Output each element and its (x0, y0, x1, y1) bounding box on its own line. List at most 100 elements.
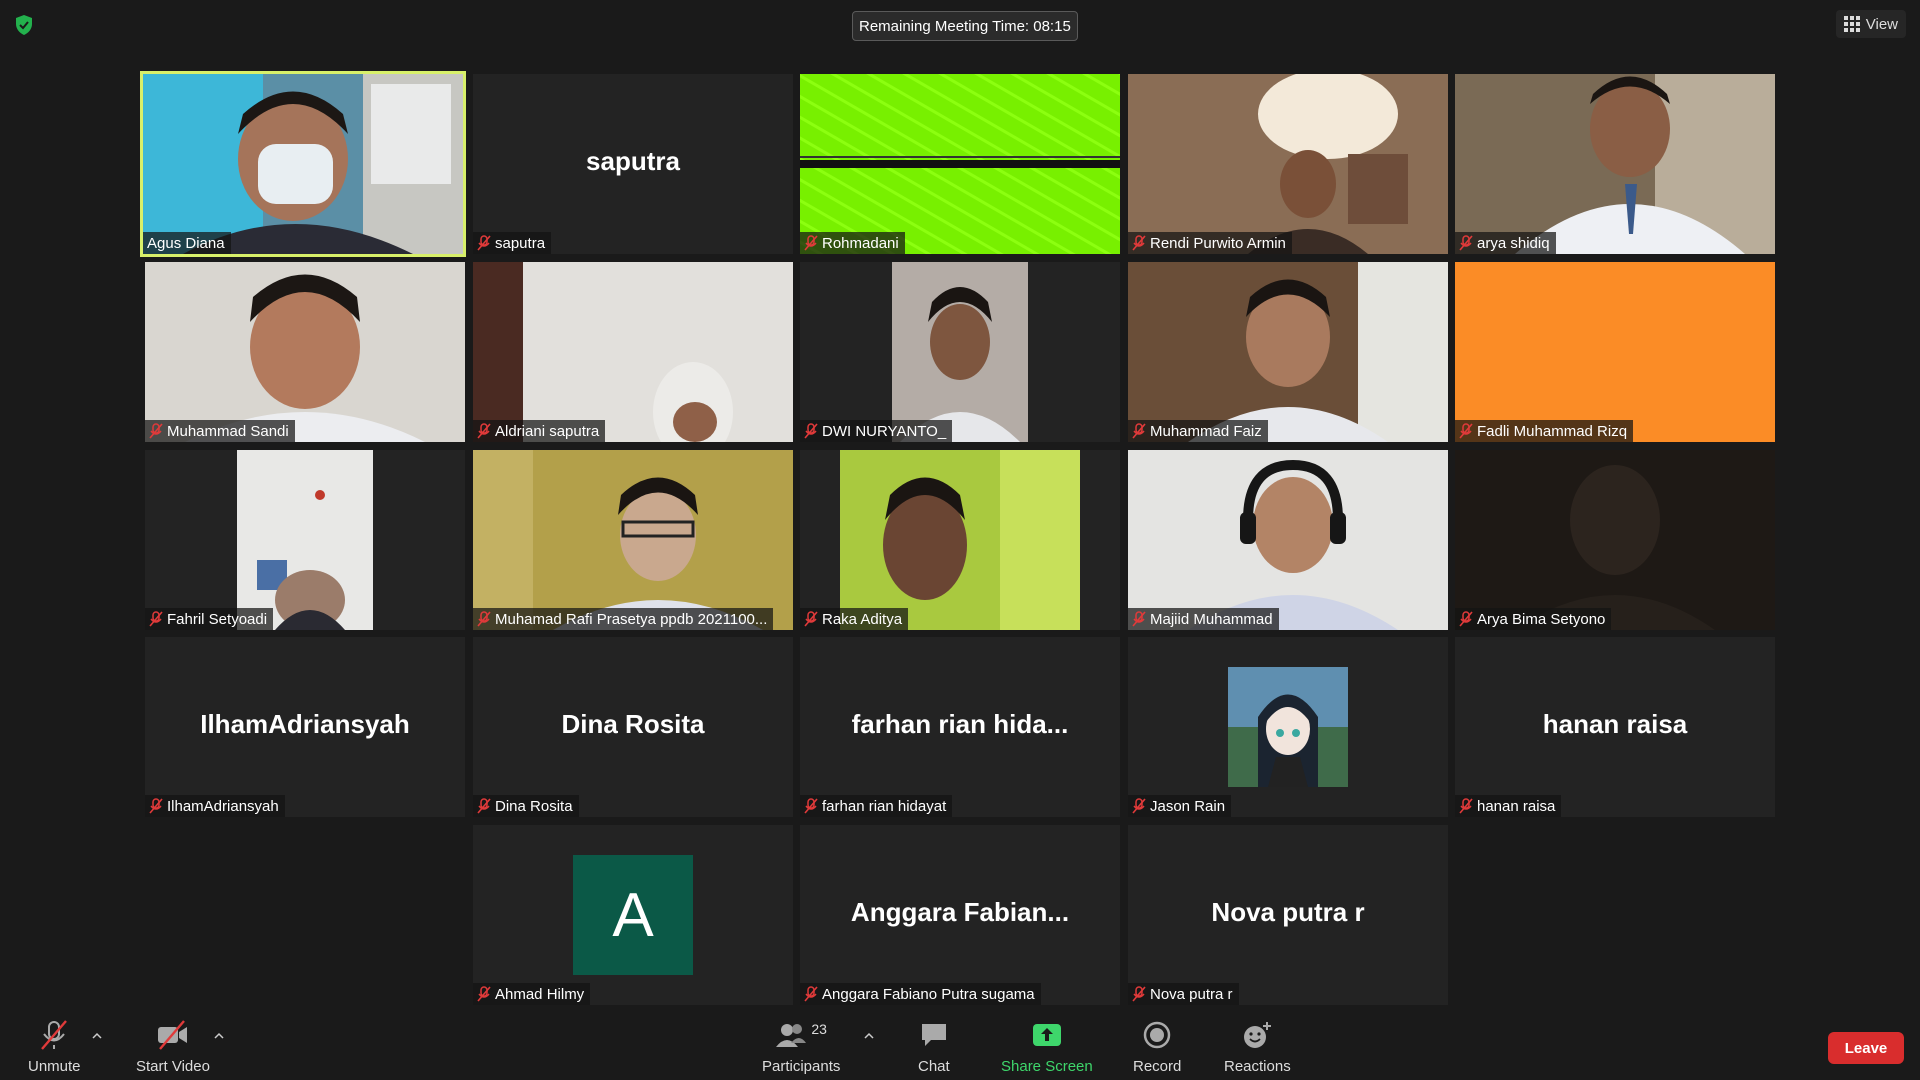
participant-label: Aldriani saputra (473, 420, 606, 442)
chat-label: Chat (918, 1058, 950, 1075)
participant-label: Arya Bima Setyono (1455, 608, 1612, 630)
muted-mic-icon (1132, 423, 1146, 439)
reactions-smiley-icon (1244, 1022, 1272, 1048)
video-tile[interactable]: Raka Aditya (800, 450, 1120, 630)
leave-button[interactable]: Leave (1828, 1032, 1904, 1064)
participant-name: Agus Diana (147, 234, 225, 252)
muted-mic-icon (477, 235, 491, 251)
participant-video (143, 74, 463, 254)
participant-display-name: saputra (586, 146, 680, 176)
remaining-time-badge: Remaining Meeting Time: 08:15 (852, 11, 1078, 41)
muted-mic-icon (477, 986, 491, 1002)
name-tile[interactable]: hanan raisa hanan raisa (1455, 637, 1775, 817)
picture-tile[interactable]: Jason Rain (1128, 637, 1448, 817)
share-screen-button[interactable]: Share Screen (1001, 1018, 1093, 1075)
muted-mic-icon (1132, 235, 1146, 251)
participant-label: farhan rian hidayat (800, 795, 953, 817)
muted-mic-icon (1132, 611, 1146, 627)
participant-video (1455, 450, 1775, 630)
muted-mic-icon (804, 235, 818, 251)
video-tile[interactable]: Fadli Muhammad Rizq (1455, 262, 1775, 442)
reactions-label: Reactions (1224, 1058, 1291, 1075)
security-shield-icon[interactable] (14, 14, 34, 36)
participant-name: Dina Rosita (495, 797, 573, 815)
participant-label: hanan raisa (1455, 795, 1562, 817)
participant-name: Rendi Purwito Armin (1150, 234, 1286, 252)
muted-mic-icon (804, 798, 818, 814)
record-button[interactable]: Record (1133, 1018, 1181, 1075)
share-screen-label: Share Screen (1001, 1058, 1093, 1075)
participants-icon (776, 1024, 807, 1047)
view-label: View (1865, 15, 1898, 33)
video-tile[interactable]: Arya Bima Setyono (1455, 450, 1775, 630)
view-button[interactable]: View (1835, 10, 1906, 38)
start-video-label: Start Video (136, 1058, 210, 1075)
participant-display-name: IlhamAdriansyah (200, 709, 410, 739)
participant-video (145, 450, 465, 630)
name-tile[interactable]: Anggara Fabian... Anggara Fabiano Putra … (800, 825, 1120, 1005)
unmute-button[interactable]: Unmute (28, 1018, 81, 1075)
participants-button[interactable]: 23 Participants (762, 1018, 840, 1075)
video-tile[interactable]: Muhammad Faiz (1128, 262, 1448, 442)
participant-label: Fadli Muhammad Rizq (1455, 420, 1634, 442)
video-tile[interactable]: Muhammad Sandi (145, 262, 465, 442)
audio-options-chevron-icon[interactable] (92, 1032, 102, 1040)
share-screen-icon (1032, 1024, 1061, 1046)
participant-label: arya shidiq (1455, 232, 1556, 254)
participant-name: Muhammad Sandi (167, 422, 289, 440)
muted-mic-icon (41, 1020, 68, 1050)
muted-mic-icon (477, 423, 491, 439)
muted-mic-icon (804, 423, 818, 439)
participant-label: Anggara Fabiano Putra sugama (800, 983, 1041, 1005)
participant-label: saputra (473, 232, 552, 254)
record-icon (1143, 1021, 1171, 1049)
participant-display-name: farhan rian hida... (851, 709, 1069, 739)
remaining-time-text: Remaining Meeting Time: 08:15 (859, 17, 1071, 35)
participant-label: Muhammad Faiz (1128, 420, 1268, 442)
video-tile[interactable]: DWI NURYANTO_ (800, 262, 1120, 442)
video-tile[interactable]: Fahril Setyoadi (145, 450, 465, 630)
muted-mic-icon (1459, 235, 1473, 251)
video-tile[interactable]: Muhamad Rafi Prasetya ppdb 2021100... (473, 450, 793, 630)
muted-mic-icon (1459, 798, 1473, 814)
participant-name: Muhammad Faiz (1150, 422, 1262, 440)
muted-mic-icon (477, 798, 491, 814)
name-tile[interactable]: Nova putra r Nova putra r (1128, 825, 1448, 1005)
video-tile[interactable]: arya shidiq (1455, 74, 1775, 254)
video-tile[interactable]: Rohmadani (800, 74, 1120, 254)
muted-mic-icon (804, 986, 818, 1002)
start-video-button[interactable]: Start Video (136, 1018, 210, 1075)
participant-video (473, 262, 793, 442)
participant-label: Jason Rain (1128, 795, 1232, 817)
participant-name: Majiid Muhammad (1150, 610, 1273, 628)
participant-name: IlhamAdriansyah (167, 797, 279, 815)
muted-mic-icon (1459, 611, 1473, 627)
video-tile[interactable]: Rendi Purwito Armin (1128, 74, 1448, 254)
participant-display-name: Dina Rosita (561, 709, 705, 739)
participants-label: Participants (762, 1058, 841, 1075)
participant-label: DWI NURYANTO_ (800, 420, 953, 442)
name-tile[interactable]: IlhamAdriansyah IlhamAdriansyah (145, 637, 465, 817)
video-options-chevron-icon[interactable] (214, 1032, 224, 1040)
participant-video (800, 450, 1120, 630)
participant-label: IlhamAdriansyah (145, 795, 285, 817)
name-tile[interactable]: farhan rian hida... farhan rian hidayat (800, 637, 1120, 817)
participant-name: Nova putra r (1150, 985, 1233, 1003)
participant-label: Agus Diana (143, 232, 231, 254)
video-tile[interactable]: Aldriani saputra (473, 262, 793, 442)
participant-video (1128, 262, 1448, 442)
reactions-button[interactable]: Reactions (1224, 1018, 1291, 1075)
video-tile[interactable]: Agus Diana (140, 71, 466, 257)
participant-name: Raka Aditya (822, 610, 903, 628)
participant-video (145, 262, 465, 442)
name-tile[interactable]: Dina Rosita Dina Rosita (473, 637, 793, 817)
name-tile[interactable]: saputra saputra (473, 74, 793, 254)
chat-button[interactable]: Chat (918, 1018, 950, 1075)
video-tile[interactable]: Majiid Muhammad (1128, 450, 1448, 630)
participant-name: Rohmadani (822, 234, 899, 252)
participant-video (1455, 74, 1775, 254)
video-off-icon (157, 1020, 187, 1050)
initial-tile[interactable]: A Ahmad Hilmy (473, 825, 793, 1005)
participant-label: Ahmad Hilmy (473, 983, 591, 1005)
participants-options-chevron-icon[interactable] (864, 1032, 874, 1040)
